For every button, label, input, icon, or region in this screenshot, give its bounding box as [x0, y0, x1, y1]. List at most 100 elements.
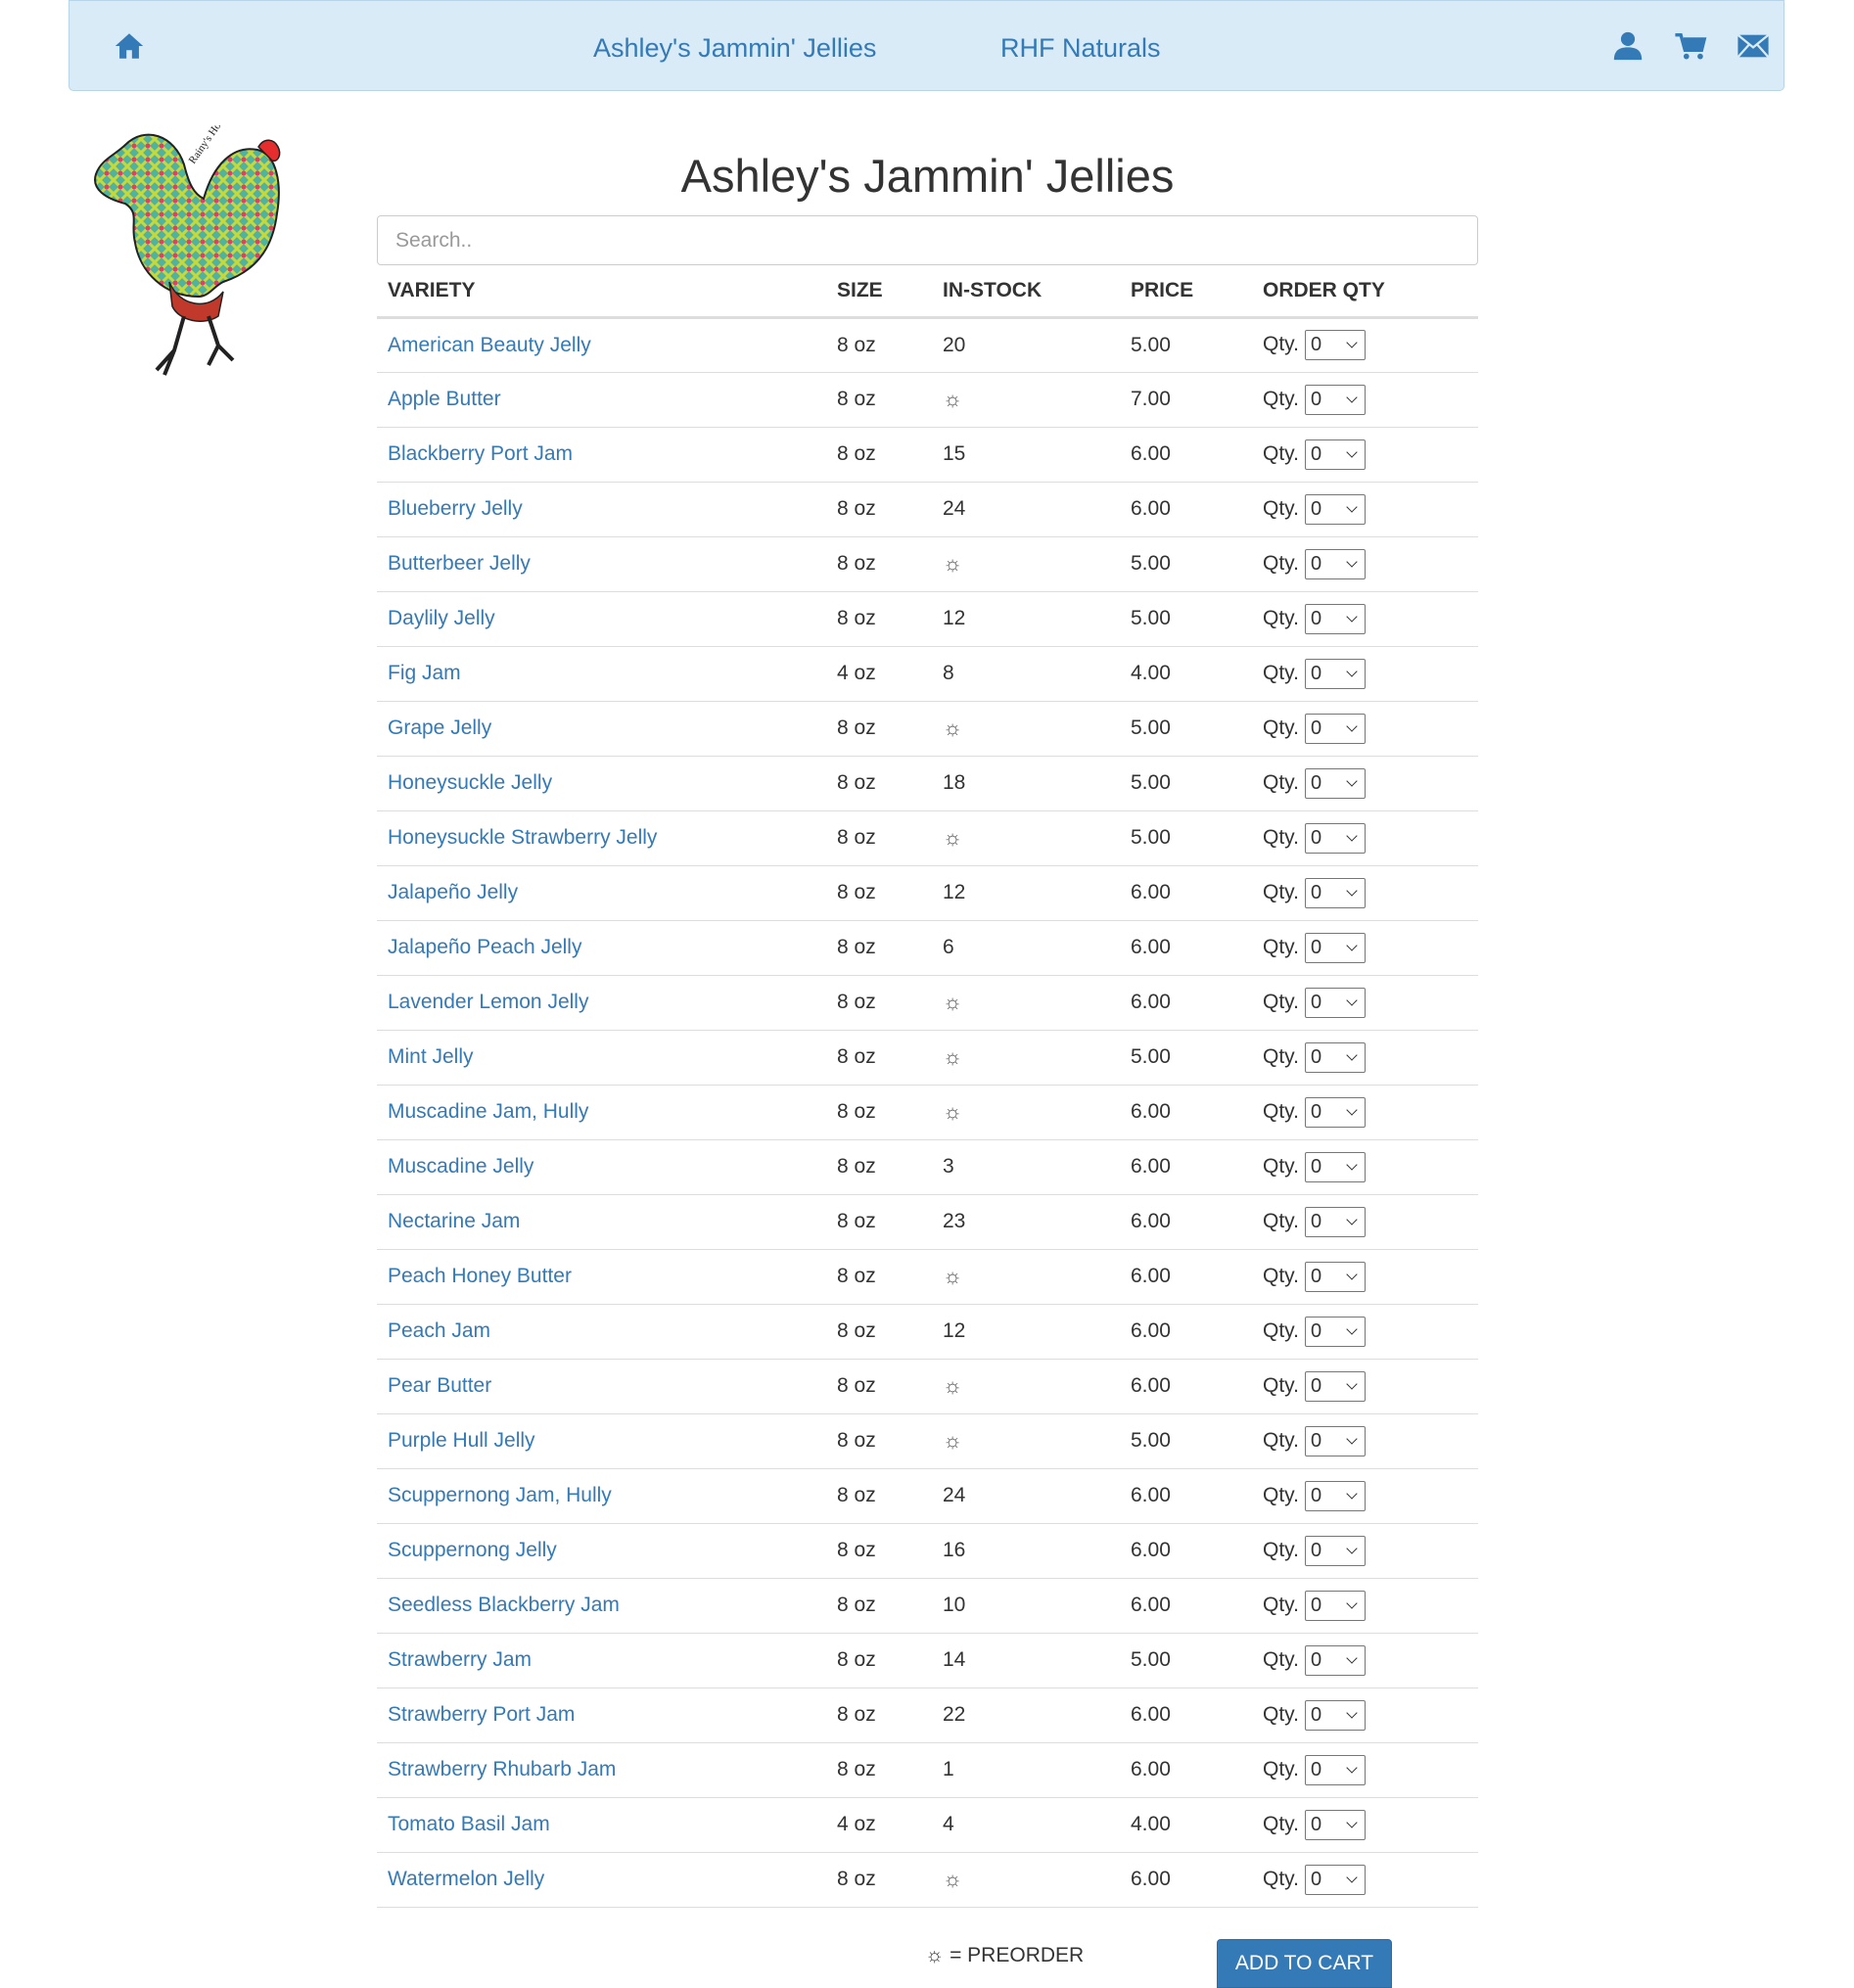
home-icon[interactable] [113, 29, 146, 63]
stock-value: 23 [943, 1210, 966, 1232]
qty-select[interactable]: 0 [1304, 603, 1366, 634]
size-cell: 8 oz [826, 865, 932, 921]
variety-link[interactable]: Blueberry Jelly [388, 497, 523, 520]
variety-link[interactable]: Strawberry Jam [388, 1648, 532, 1671]
stock-cell: 1 [932, 1742, 1120, 1798]
order-qty-cell: Qty. 0 [1252, 427, 1478, 483]
search-input[interactable] [377, 215, 1478, 265]
variety-link[interactable]: American Beauty Jelly [388, 334, 591, 356]
price-cell: 6.00 [1120, 1468, 1252, 1524]
stock-cell: 12 [932, 1304, 1120, 1360]
variety-link[interactable]: Watermelon Jelly [388, 1868, 544, 1890]
variety-link[interactable]: Tomato Basil Jam [388, 1813, 550, 1835]
qty-select[interactable]: 0 [1304, 1096, 1366, 1128]
variety-link[interactable]: Jalapeño Jelly [388, 881, 518, 903]
variety-link[interactable]: Strawberry Rhubarb Jam [388, 1758, 616, 1780]
qty-select[interactable]: 0 [1304, 1316, 1366, 1347]
header-size[interactable]: SIZE [826, 266, 932, 319]
variety-link[interactable]: Muscadine Jam, Hully [388, 1100, 588, 1123]
variety-link[interactable]: Lavender Lemon Jelly [388, 991, 588, 1013]
price-cell: 6.00 [1120, 1523, 1252, 1579]
qty-select[interactable]: 0 [1304, 767, 1366, 799]
qty-select[interactable]: 0 [1304, 330, 1366, 360]
variety-link[interactable]: Seedless Blackberry Jam [388, 1594, 620, 1616]
chevron-down-icon [1346, 500, 1358, 513]
variety-link[interactable]: Pear Butter [388, 1374, 491, 1397]
qty-select[interactable]: 0 [1304, 1809, 1366, 1840]
price-cell: 4.00 [1120, 1797, 1252, 1853]
header-in-stock[interactable]: IN-STOCK [932, 266, 1120, 319]
qty-select[interactable]: 0 [1304, 932, 1366, 963]
qty-select[interactable]: 0 [1304, 548, 1366, 579]
nav-link-rhf-naturals[interactable]: RHF Naturals [1000, 31, 1161, 65]
price-cell: 6.00 [1120, 427, 1252, 483]
nav-link-jellies[interactable]: Ashley's Jammin' Jellies [593, 31, 876, 65]
qty-select[interactable]: 0 [1304, 384, 1366, 415]
qty-select[interactable]: 0 [1304, 493, 1366, 525]
qty-select[interactable]: 0 [1304, 1699, 1366, 1731]
variety-link[interactable]: Scuppernong Jelly [388, 1539, 557, 1561]
variety-link[interactable]: Grape Jelly [388, 717, 491, 739]
qty-label: Qty. [1263, 880, 1299, 903]
variety-cell: Blueberry Jelly [377, 482, 826, 537]
chevron-down-icon [1346, 1048, 1358, 1061]
qty-select[interactable]: 0 [1304, 1590, 1366, 1621]
stock-value: 24 [943, 497, 966, 520]
stock-value: 22 [943, 1703, 966, 1726]
qty-select[interactable]: 0 [1304, 822, 1366, 854]
variety-link[interactable]: Strawberry Port Jam [388, 1703, 575, 1726]
qty-value: 0 [1310, 771, 1322, 794]
chevron-down-icon [1346, 719, 1358, 732]
header-variety[interactable]: VARIETY [377, 266, 826, 319]
cart-icon[interactable] [1674, 29, 1707, 63]
variety-link[interactable]: Peach Honey Butter [388, 1265, 572, 1287]
variety-cell: Blackberry Port Jam [377, 427, 826, 483]
table-row: Jalapeño Jelly 8 oz 12 6.00 Qty. 0 [377, 865, 1478, 921]
variety-link[interactable]: Nectarine Jam [388, 1210, 520, 1232]
variety-cell: Fig Jam [377, 646, 826, 702]
qty-select[interactable]: 0 [1304, 1644, 1366, 1676]
variety-link[interactable]: Apple Butter [388, 388, 501, 410]
qty-select[interactable]: 0 [1304, 1206, 1366, 1237]
chevron-down-icon [1346, 994, 1358, 1006]
variety-link[interactable]: Scuppernong Jam, Hully [388, 1484, 612, 1506]
qty-select[interactable]: 0 [1304, 877, 1366, 908]
qty-label: Qty. [1263, 441, 1299, 465]
variety-link[interactable]: Blackberry Port Jam [388, 442, 573, 465]
order-qty-cell: Qty. 0 [1252, 865, 1478, 921]
variety-link[interactable]: Honeysuckle Jelly [388, 771, 552, 794]
order-qty-cell: Qty. 0 [1252, 1523, 1478, 1579]
qty-select[interactable]: 0 [1304, 1480, 1366, 1511]
qty-select[interactable]: 0 [1304, 1425, 1366, 1456]
variety-link[interactable]: Fig Jam [388, 662, 461, 684]
qty-select[interactable]: 0 [1304, 1754, 1366, 1785]
qty-select[interactable]: 0 [1304, 1370, 1366, 1402]
envelope-icon[interactable] [1737, 29, 1770, 63]
variety-link[interactable]: Butterbeer Jelly [388, 552, 531, 575]
variety-link[interactable]: Mint Jelly [388, 1045, 474, 1068]
size-cell: 8 oz [826, 536, 932, 592]
user-icon[interactable] [1611, 29, 1645, 63]
qty-select[interactable]: 0 [1304, 1864, 1366, 1895]
variety-link[interactable]: Muscadine Jelly [388, 1155, 533, 1178]
qty-select[interactable]: 0 [1304, 1041, 1366, 1073]
variety-link[interactable]: Honeysuckle Strawberry Jelly [388, 826, 657, 849]
qty-label: Qty. [1263, 1538, 1299, 1561]
qty-select[interactable]: 0 [1304, 658, 1366, 689]
qty-select[interactable]: 0 [1304, 1151, 1366, 1182]
qty-select[interactable]: 0 [1304, 713, 1366, 744]
variety-link[interactable]: Daylily Jelly [388, 607, 495, 629]
qty-select[interactable]: 0 [1304, 1535, 1366, 1566]
qty-select[interactable]: 0 [1304, 439, 1366, 470]
variety-link[interactable]: Jalapeño Peach Jelly [388, 936, 581, 958]
stock-cell: ☼ [932, 1030, 1120, 1086]
qty-select[interactable]: 0 [1304, 1261, 1366, 1292]
qty-select[interactable]: 0 [1304, 987, 1366, 1018]
variety-link[interactable]: Purple Hull Jelly [388, 1429, 535, 1452]
add-to-cart-button[interactable]: ADD TO CART [1217, 1939, 1392, 1988]
size-cell: 8 oz [826, 427, 932, 483]
price-cell: 5.00 [1120, 591, 1252, 647]
variety-link[interactable]: Peach Jam [388, 1319, 490, 1342]
header-order-qty[interactable]: ORDER QTY [1252, 266, 1478, 319]
header-price[interactable]: PRICE [1120, 266, 1252, 319]
